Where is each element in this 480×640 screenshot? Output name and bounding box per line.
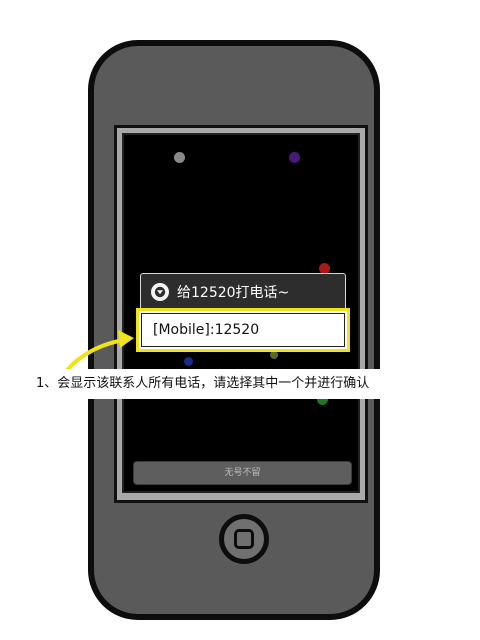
dialog-menu-icon [151,283,169,301]
call-dialog-header: 给12520打电话~ [140,273,346,310]
home-button[interactable] [219,514,269,564]
dialog-title: 给12520打电话~ [177,285,290,301]
home-square-icon [234,529,254,549]
bottom-bar-button[interactable]: 无号不留 [133,461,352,485]
background-dot [184,357,193,366]
background-dot [289,152,300,163]
phone-number-label: [Mobile]:12520 [153,322,260,338]
illustration: 无号不留 给12520打电话~ [Mobile]:12520 1、会显示该联系人… [0,0,480,640]
background-dot [174,152,185,163]
phone-number-option[interactable]: [Mobile]:12520 [136,308,350,352]
annotation-caption: 1、会显示该联系人所有电话，请选择其中一个并进行确认 [28,369,400,399]
background-dot [270,351,278,359]
